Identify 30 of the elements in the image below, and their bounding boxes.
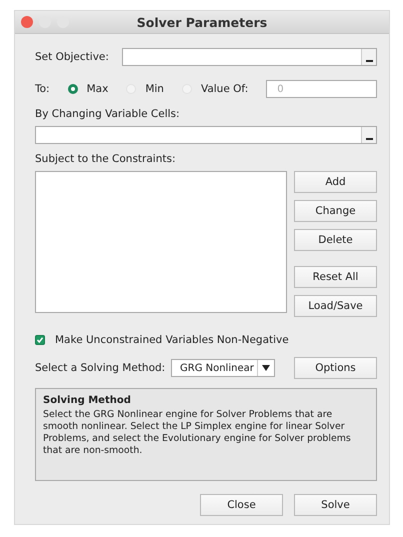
field-label: Select a Solving Method: <box>35 362 166 374</box>
info-title: Solving Method <box>43 395 132 406</box>
window-title: Solver Parameters <box>136 14 268 30</box>
info-text: Select the GRG Nonlinear engine for Solver Problems that are smooth nonlinear. Select the LP Simplex engine for linear Solver Problems, and select the Evolutionary engine for Solver problems that are non-smooth. <box>43 409 352 457</box>
field-label: By Changing Variable Cells: <box>35 108 181 120</box>
radio-label: Value Of: <box>200 83 248 95</box>
field-label: To: <box>35 83 50 95</box>
constraint-button[interactable]: Change <box>294 200 377 222</box>
dialog-button[interactable]: Solve <box>294 494 377 516</box>
variable-cells-field[interactable] <box>35 126 377 144</box>
field-label: Subject to the Constraints: <box>35 153 176 165</box>
field-label: Set Objective: <box>35 51 109 63</box>
objective-field[interactable] <box>122 48 377 66</box>
constraint-button[interactable]: Load/Save <box>294 295 377 317</box>
checkbox[interactable] <box>35 335 45 345</box>
radio-label: Max <box>86 83 108 95</box>
constraint-button[interactable]: Reset All <box>294 266 377 288</box>
range-picker-icon[interactable] <box>361 49 376 65</box>
radio-button[interactable] <box>68 84 78 94</box>
constraint-button[interactable]: Add <box>294 171 377 193</box>
range-picker-icon[interactable] <box>361 127 376 143</box>
close-icon[interactable] <box>21 16 33 28</box>
dialog-button[interactable]: Close <box>200 494 283 516</box>
constraint-button[interactable]: Delete <box>294 229 377 251</box>
options-button[interactable]: Options <box>294 357 377 379</box>
dropdown-arrow-icon <box>262 365 270 371</box>
method-dropdown[interactable]: GRG Nonlinear <box>171 359 275 377</box>
constraints-list[interactable] <box>35 171 287 313</box>
radio-label: Min <box>145 83 164 95</box>
checkbox-label: Make Unconstrained Variables Non-Negative <box>55 334 289 346</box>
